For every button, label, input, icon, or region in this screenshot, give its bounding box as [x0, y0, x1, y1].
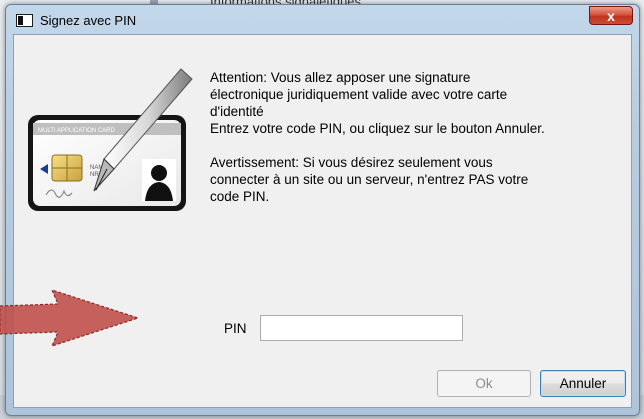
callout-arrow: [0, 289, 140, 347]
title-bar: Signez avec PIN x: [6, 5, 639, 35]
window-icon: [16, 14, 33, 27]
card-header-text: MULTI APPLICATION CARD: [38, 128, 115, 134]
ok-button[interactable]: Ok: [437, 370, 531, 397]
pin-label: PIN: [224, 321, 247, 336]
smartcard-pen-icon: MULTI APPLICATION CARD NAME NR: [28, 68, 193, 211]
id-card-illustration: MULTI APPLICATION CARD NAME NR: [26, 63, 194, 213]
close-button[interactable]: x: [589, 6, 633, 25]
warning-message: Attention: Vous allez apposer une signat…: [210, 70, 545, 204]
cancel-button[interactable]: Annuler: [540, 370, 626, 397]
close-icon: x: [607, 8, 615, 24]
window-title: Signez avec PIN: [40, 13, 137, 28]
pin-input[interactable]: [260, 315, 463, 341]
